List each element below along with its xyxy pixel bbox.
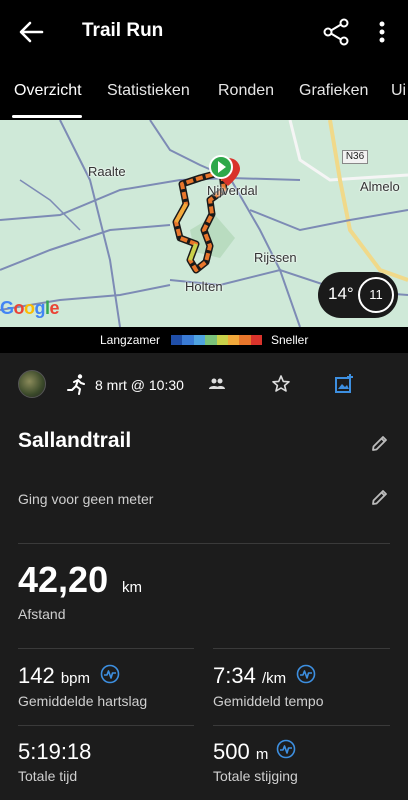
app-bar: Trail Run [0, 0, 408, 64]
page-title: Trail Run [82, 20, 164, 41]
share-icon[interactable] [320, 16, 352, 48]
map-label-rijssen: Rijssen [254, 250, 297, 265]
edit-description-icon[interactable] [370, 487, 390, 507]
heart-rate-trend-icon[interactable] [100, 664, 120, 684]
legend-slower-label: Langzamer [100, 333, 161, 347]
tab-overzicht[interactable]: Overzicht [14, 82, 82, 100]
tab-bar: Overzicht Statistieken Ronden Grafieken … [0, 64, 408, 120]
divider [18, 543, 390, 544]
ascent-value: 500 [213, 739, 250, 764]
map-label-nijverdal: Nijverdal [207, 183, 258, 198]
running-icon [67, 374, 85, 395]
ascent-stat: 500 m [213, 739, 268, 765]
heart-rate-stat: 142 bpm [18, 663, 90, 689]
divider [213, 648, 390, 649]
distance-unit: km [122, 579, 142, 596]
temperature-value: 14° [328, 284, 354, 303]
ascent-unit: m [255, 746, 269, 763]
ascent-trend-icon[interactable] [276, 739, 296, 759]
active-tab-indicator [12, 115, 82, 118]
map-label-almelo: Almelo [360, 179, 400, 194]
people-icon[interactable] [208, 375, 226, 393]
legend-faster-label: Sneller [271, 333, 309, 347]
heart-rate-unit: bpm [60, 670, 91, 687]
weather-badge: 14° 11 [318, 272, 398, 318]
pace-stat: 7:34 /km [213, 663, 286, 689]
avatar[interactable] [18, 370, 46, 398]
pace-value: 7:34 [213, 663, 256, 688]
activity-name: Sallandtrail [18, 429, 132, 452]
tab-ronden[interactable]: Ronden [218, 82, 274, 100]
more-options-icon[interactable] [370, 16, 394, 48]
tab-more[interactable]: Ui [391, 82, 406, 100]
edit-name-icon[interactable] [370, 433, 390, 453]
pace-label: Gemiddeld tempo [213, 693, 324, 709]
divider [213, 725, 390, 726]
map-label-holten: Holten [185, 279, 223, 294]
total-time-value: 5:19:18 [18, 739, 92, 764]
back-arrow-icon[interactable] [14, 16, 50, 48]
activity-overview: 8 mrt @ 10:30 Sallandtrail Ging voor gee… [0, 353, 408, 800]
add-photo-icon[interactable] [334, 373, 354, 395]
pace-color-scale [171, 335, 262, 345]
pace-trend-icon[interactable] [296, 664, 316, 684]
google-logo: Google [0, 298, 60, 318]
pace-unit: /km [261, 670, 287, 687]
pace-legend: Langzamer Sneller [0, 327, 408, 353]
road-number-badge: N36 [342, 150, 368, 164]
ascent-label: Totale stijging [213, 768, 298, 784]
tab-grafieken[interactable]: Grafieken [299, 82, 368, 100]
tab-statistieken[interactable]: Statistieken [107, 82, 190, 100]
divider [18, 725, 194, 726]
heart-rate-label: Gemiddelde hartslag [18, 693, 148, 709]
distance-value: 42,20 [18, 559, 109, 600]
total-time-label: Totale tijd [18, 768, 78, 784]
map-label-raalte: Raalte [88, 164, 126, 179]
distance-label: Afstand [18, 606, 66, 622]
divider [18, 648, 194, 649]
wind-speed-icon: 11 [358, 277, 394, 313]
heart-rate-value: 142 [18, 663, 55, 688]
activity-date: 8 mrt @ 10:30 [95, 377, 184, 393]
star-icon[interactable] [271, 374, 291, 394]
activity-description: Ging voor geen meter [18, 491, 154, 507]
